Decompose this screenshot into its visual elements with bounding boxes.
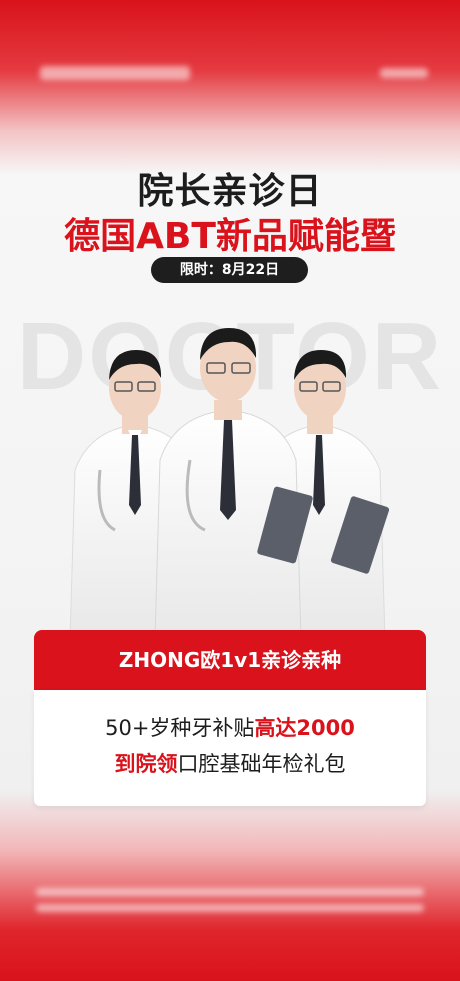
date-badge: 限时：8月22日 bbox=[151, 257, 308, 283]
doctors-image bbox=[69, 328, 390, 640]
offer-line-2-highlight: 到院领 bbox=[114, 752, 178, 776]
blurred-text-top-left bbox=[40, 66, 190, 80]
offer-line-1-highlight: 高达2000 bbox=[254, 716, 355, 740]
doctor-center bbox=[154, 328, 313, 640]
blurred-text-bottom-2 bbox=[36, 904, 424, 912]
offer-banner: ZHONG欧1v1亲诊亲种 bbox=[34, 630, 426, 690]
offer-line-2: 到院领口腔基础年检礼包 bbox=[34, 748, 426, 778]
poster-subtitle: 德国ABT新品赋能暨 bbox=[64, 216, 396, 257]
blurred-text-top-right bbox=[380, 68, 428, 78]
offer-card: 50+岁种牙补贴高达2000 到院领口腔基础年检礼包 bbox=[34, 690, 426, 806]
offer-line-1: 50+岁种牙补贴高达2000 bbox=[34, 712, 426, 742]
offer-line-1-text: 50+岁种牙补贴 bbox=[105, 716, 255, 740]
offer-line-2-text: 口腔基础年检礼包 bbox=[177, 752, 346, 776]
blurred-text-bottom-1 bbox=[36, 888, 424, 896]
